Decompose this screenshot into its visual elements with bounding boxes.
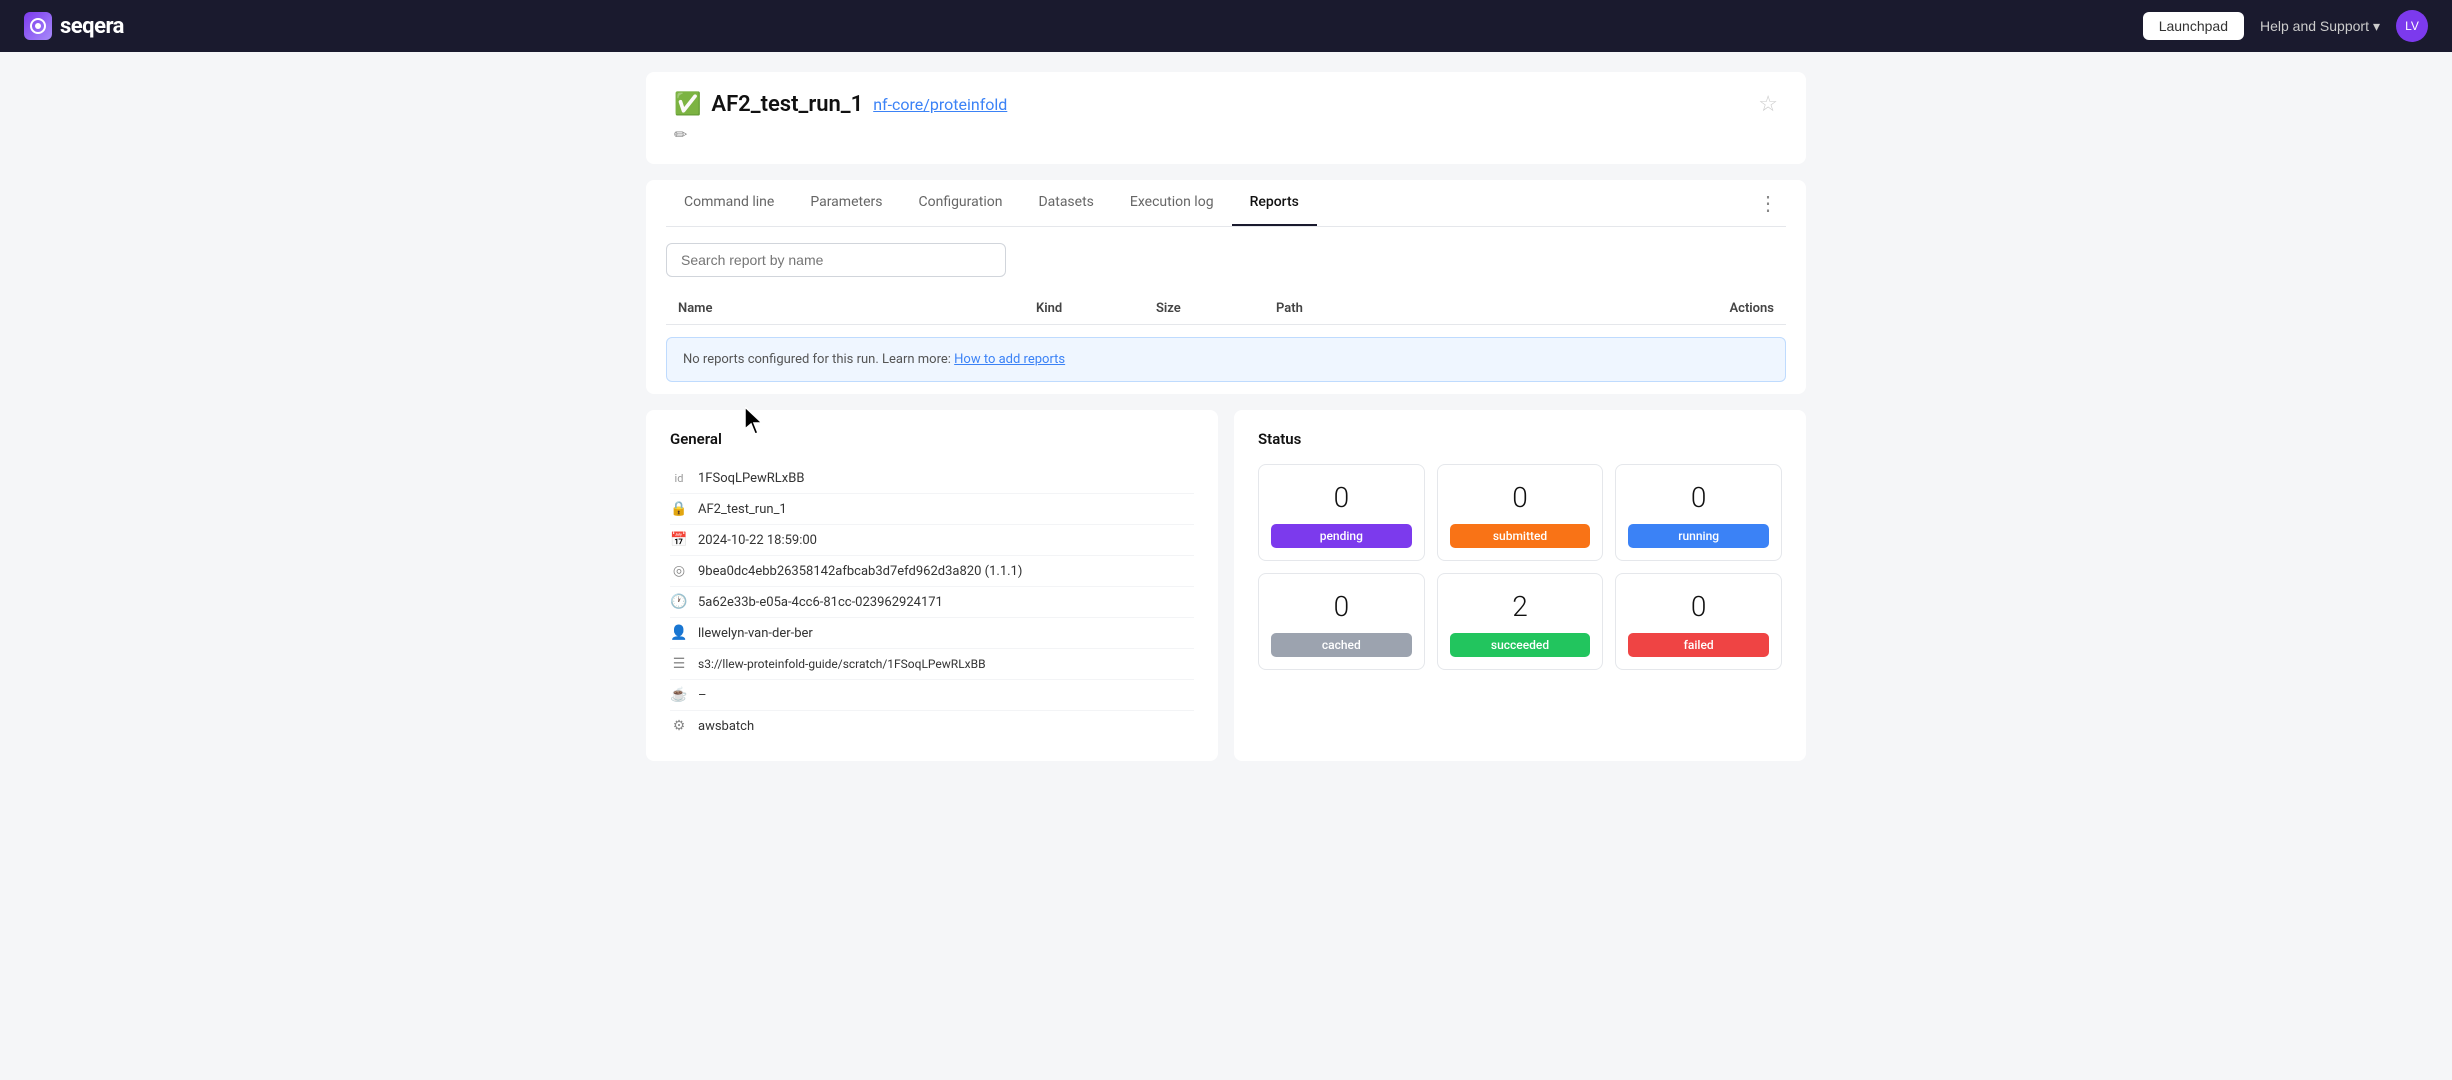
id-icon: id [670,472,688,485]
col-name: Name [678,301,1036,316]
favorite-star-icon[interactable]: ☆ [1758,92,1778,117]
status-card-succeeded: 2 succeeded [1437,573,1604,670]
tabs-container: Command line Parameters Configuration Da… [646,180,1806,394]
clock-icon: 🕐 [670,594,688,610]
settings-icon: ⚙ [670,718,688,734]
help-support-button[interactable]: Help and Support ▾ [2260,18,2380,35]
failed-count: 0 [1628,590,1769,623]
top-navigation: seqera Launchpad Help and Support ▾ LV [0,0,2452,52]
pending-badge: pending [1271,524,1412,548]
topnav-actions: Launchpad Help and Support ▾ LV [2143,10,2428,42]
status-card-cached: 0 cached [1258,573,1425,670]
submitted-badge: submitted [1450,524,1591,548]
more-options-button[interactable]: ⋮ [1750,183,1786,224]
submitted-count: 0 [1450,481,1591,514]
storage-icon: ☰ [670,656,688,672]
pipeline-link[interactable]: nf-core/proteinfold [873,95,1007,114]
succeeded-badge: succeeded [1450,633,1591,657]
status-card-failed: 0 failed [1615,573,1782,670]
general-panel-title: General [670,430,1194,448]
status-card-submitted: 0 submitted [1437,464,1604,561]
tab-configuration[interactable]: Configuration [900,180,1020,226]
name-icon: 🔒 [670,501,688,517]
brand-name: seqera [60,14,124,39]
col-kind: Kind [1036,301,1156,316]
tab-execution-log[interactable]: Execution log [1112,180,1232,226]
logo-icon [24,12,52,40]
col-path: Path [1276,301,1634,316]
reports-content: Name Kind Size Path Actions No reports c… [666,227,1786,394]
page-header: ✅ AF2_test_run_1 nf-core/proteinfold ✏ ☆ [646,72,1806,164]
tab-parameters[interactable]: Parameters [792,180,900,226]
col-size: Size [1156,301,1276,316]
status-check-icon: ✅ [674,92,701,117]
info-row-extra: ☕ – [670,680,1194,711]
status-panel: Status 0 pending 0 submitted 0 running 0… [1234,410,1806,761]
failed-badge: failed [1628,633,1769,657]
succeeded-count: 2 [1450,590,1591,623]
tab-datasets[interactable]: Datasets [1020,180,1111,226]
status-card-running: 0 running [1615,464,1782,561]
info-row-hash: 🕐 5a62e33b-e05a-4cc6-81cc-023962924171 [670,587,1194,618]
cached-badge: cached [1271,633,1412,657]
launchpad-button[interactable]: Launchpad [2143,12,2244,40]
tab-command-line[interactable]: Command line [666,180,792,226]
tab-reports[interactable]: Reports [1232,180,1317,226]
no-reports-banner: No reports configured for this run. Lear… [666,337,1786,382]
date-icon: 📅 [670,532,688,548]
commit-icon: ◎ [670,563,688,579]
how-to-add-reports-link[interactable]: How to add reports [954,352,1065,367]
pending-count: 0 [1271,481,1412,514]
user-icon: 👤 [670,625,688,641]
info-row-workdir: ☰ s3://llew-proteinfold-guide/scratch/1F… [670,649,1194,680]
info-row-date: 📅 2024-10-22 18:59:00 [670,525,1194,556]
status-grid: 0 pending 0 submitted 0 running 0 cached… [1258,464,1782,670]
coffee-icon: ☕ [670,687,688,703]
main-content: ✅ AF2_test_run_1 nf-core/proteinfold ✏ ☆… [606,52,1846,781]
info-row-id: id 1FSoqLPewRLxBB [670,464,1194,494]
table-header: Name Kind Size Path Actions [666,293,1786,325]
general-panel: General id 1FSoqLPewRLxBB 🔒 AF2_test_run… [646,410,1218,761]
tabs-list: Command line Parameters Configuration Da… [666,180,1317,226]
user-avatar-button[interactable]: LV [2396,10,2428,42]
page-title-row: ✅ AF2_test_run_1 nf-core/proteinfold [674,92,1007,117]
info-row-executor: ⚙ awsbatch [670,711,1194,741]
tabs-row: Command line Parameters Configuration Da… [666,180,1786,227]
brand-area: seqera [24,12,124,40]
status-card-pending: 0 pending [1258,464,1425,561]
chevron-down-icon: ▾ [2373,18,2380,35]
running-badge: running [1628,524,1769,548]
info-row-name: 🔒 AF2_test_run_1 [670,494,1194,525]
cached-count: 0 [1271,590,1412,623]
search-input[interactable] [666,243,1006,277]
info-row-commit: ◎ 9bea0dc4ebb26358142afbcab3d7efd962d3a8… [670,556,1194,587]
run-name: AF2_test_run_1 [711,92,863,117]
status-panel-title: Status [1258,430,1782,448]
running-count: 0 [1628,481,1769,514]
edit-icon[interactable]: ✏ [674,125,687,144]
info-row-user: 👤 llewelyn-van-der-ber [670,618,1194,649]
bottom-row: General id 1FSoqLPewRLxBB 🔒 AF2_test_run… [646,410,1806,761]
col-actions: Actions [1634,301,1774,316]
